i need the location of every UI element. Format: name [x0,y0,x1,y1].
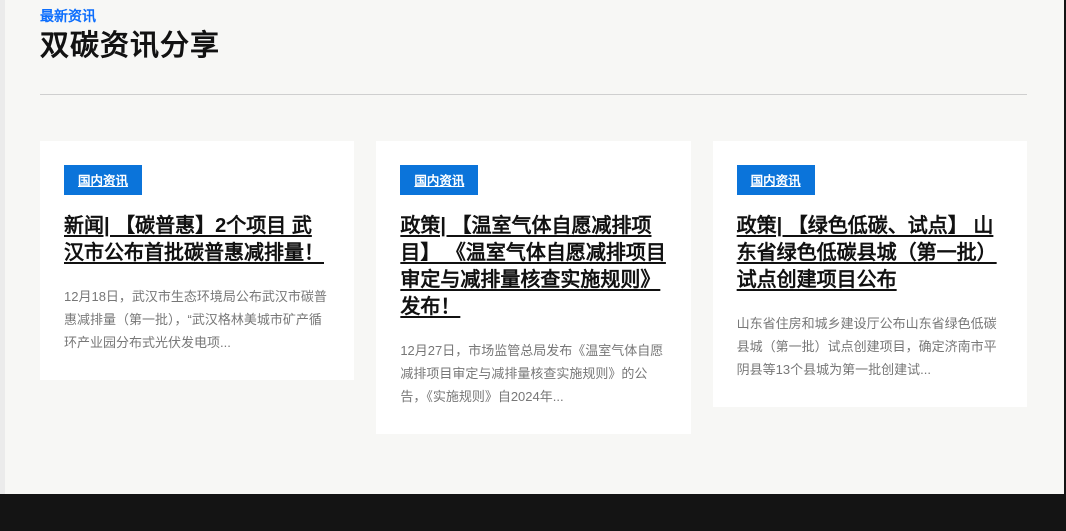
left-edge-strip [0,0,5,494]
news-card[interactable]: 国内资讯 政策| 【绿色低碳、试点】 山东省绿色低碳县城（第一批）试点创建项目公… [713,141,1027,407]
category-badge[interactable]: 国内资讯 [64,165,142,195]
section-divider [40,94,1027,95]
footer-bar [0,494,1066,531]
category-badge[interactable]: 国内资讯 [400,165,478,195]
news-card[interactable]: 国内资讯 新闻| 【碳普惠】2个项目 武汉市公布首批碳普惠减排量！ 12月18日… [40,141,354,380]
article-excerpt: 12月27日，市场监管总局发布《温室气体自愿减排项目审定与减排量核查实施规则》的… [400,339,666,408]
article-title-link[interactable]: 政策| 【温室气体自愿减排项目】 《温室气体自愿减排项目审定与减排量核查实施规则… [400,213,666,321]
news-card[interactable]: 国内资讯 政策| 【温室气体自愿减排项目】 《温室气体自愿减排项目审定与减排量核… [376,141,690,434]
page-title: 双碳资讯分享 [40,29,1027,63]
section-eyebrow: 最新资讯 [40,8,1027,24]
article-excerpt: 山东省住房和城乡建设厅公布山东省绿色低碳县城（第一批）试点创建项目，确定济南市平… [737,312,1003,381]
category-badge[interactable]: 国内资讯 [737,165,815,195]
article-excerpt: 12月18日，武汉市生态环境局公布武汉市碳普惠减排量（第一批），“武汉格林美城市… [64,285,330,354]
article-title-link[interactable]: 政策| 【绿色低碳、试点】 山东省绿色低碳县城（第一批）试点创建项目公布 [737,213,1003,294]
article-title-link[interactable]: 新闻| 【碳普惠】2个项目 武汉市公布首批碳普惠减排量！ [64,213,330,267]
content-container: 最新资讯 双碳资讯分享 国内资讯 新闻| 【碳普惠】2个项目 武汉市公布首批碳普… [40,0,1027,434]
news-page: 最新资讯 双碳资讯分享 国内资讯 新闻| 【碳普惠】2个项目 武汉市公布首批碳普… [0,0,1066,531]
news-card-grid: 国内资讯 新闻| 【碳普惠】2个项目 武汉市公布首批碳普惠减排量！ 12月18日… [40,141,1027,434]
